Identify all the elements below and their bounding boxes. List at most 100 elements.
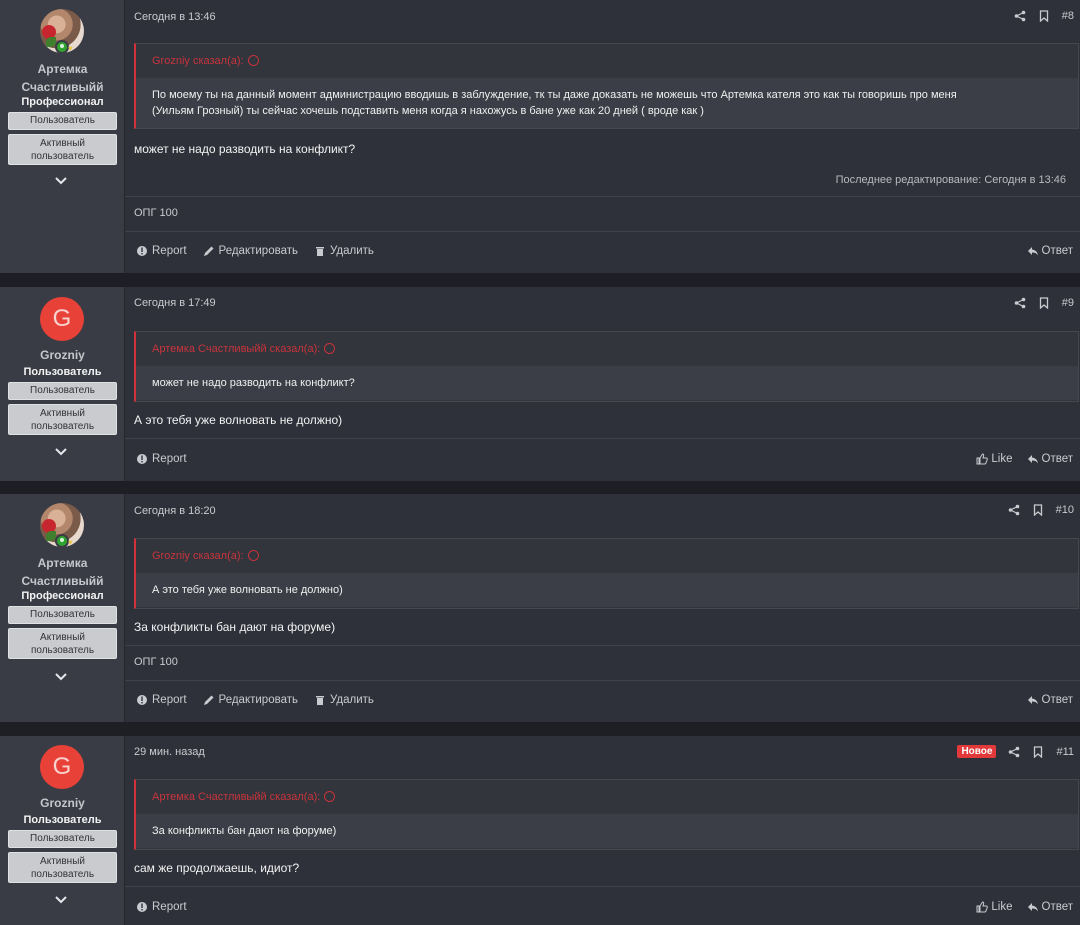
divider	[125, 645, 1080, 646]
post-message: сам же продолжаешь, идиот?	[134, 861, 300, 875]
reply-button[interactable]: Ответ	[1027, 453, 1073, 465]
thumbs-up-icon	[976, 453, 989, 465]
arrow-up-circle-icon[interactable]	[247, 55, 259, 66]
post-number[interactable]: #11	[1056, 746, 1074, 758]
pencil-icon	[203, 246, 214, 256]
post-tools: #9	[1014, 297, 1074, 309]
like-button[interactable]: Like	[976, 901, 1013, 913]
chevron-down-icon[interactable]	[54, 445, 68, 459]
post-date[interactable]: Сегодня в 13:46	[134, 11, 216, 23]
reply-icon	[1027, 247, 1038, 256]
online-status-icon	[55, 534, 69, 548]
user-title: Пользователь	[23, 366, 102, 378]
reply-button[interactable]: Ответ	[1027, 694, 1073, 706]
divider	[125, 196, 1080, 197]
bookmark-icon[interactable]	[1038, 297, 1050, 309]
post-body: Сегодня в 13:46 #8 Grozniy сказал(а): По…	[125, 0, 1080, 273]
trash-icon	[315, 247, 324, 256]
share-icon[interactable]	[1014, 10, 1026, 22]
username[interactable]: Артемка Счастливыйй	[0, 554, 125, 590]
post-8: ♥ Артемка Счастливыйй Профессионал Пользо…	[0, 0, 1080, 273]
report-button[interactable]: Report	[136, 453, 187, 465]
bookmark-icon[interactable]	[1032, 745, 1044, 758]
reply-icon	[1027, 455, 1038, 464]
post-tools: #10	[1008, 504, 1074, 516]
quote-block: Артемка Счастливыйй сказал(а): может не …	[134, 331, 1079, 402]
quote-author[interactable]: Артемка Счастливыйй сказал(а):	[136, 780, 1078, 814]
user-badge-active: Активный пользователь	[8, 134, 117, 165]
report-button[interactable]: Report	[136, 694, 187, 706]
arrow-up-circle-icon[interactable]	[324, 343, 336, 354]
edit-button[interactable]: Редактировать	[203, 694, 298, 706]
reply-button[interactable]: Ответ	[1027, 245, 1073, 257]
post-date[interactable]: 29 мин. назад	[134, 746, 205, 758]
quote-author[interactable]: Артемка Счастливыйй сказал(а):	[136, 332, 1078, 366]
arrow-up-circle-icon[interactable]	[247, 550, 259, 561]
post-actions-right: Like Ответ	[976, 901, 1073, 913]
avatar[interactable]: G	[40, 745, 84, 789]
post-actions: Report	[136, 901, 187, 913]
reply-icon	[1027, 696, 1038, 705]
post-actions: Report Редактировать Удалить	[136, 694, 374, 706]
avatar[interactable]: G	[40, 297, 84, 341]
user-badge: Пользователь	[8, 830, 117, 848]
divider	[125, 231, 1080, 232]
quote-text: По моему ты на данный момент администрац…	[136, 78, 1078, 128]
post-actions: Report	[136, 453, 187, 465]
user-panel: ♥ Артемка Счастливыйй Профессионал Пользо…	[0, 0, 125, 273]
like-button[interactable]: Like	[976, 453, 1013, 465]
post-actions-right: Ответ	[1027, 694, 1073, 706]
quote-text: За конфликты бан дают на форуме)	[136, 814, 1078, 848]
post-10: ♥ Артемка Счастливыйй Профессионал Пользо…	[0, 494, 1080, 722]
post-date[interactable]: Сегодня в 17:49	[134, 297, 216, 309]
alert-icon	[137, 454, 147, 464]
delete-button[interactable]: Удалить	[314, 245, 374, 257]
bookmark-icon[interactable]	[1032, 504, 1044, 516]
thumbs-up-icon	[976, 901, 989, 913]
user-panel: G Grozniy Пользователь Пользователь Акти…	[0, 287, 125, 481]
quote-author[interactable]: Grozniy сказал(а):	[136, 539, 1078, 573]
post-body: 29 мин. назад Новое #11 Артемка Счастлив…	[125, 736, 1080, 925]
pencil-icon	[203, 695, 214, 705]
user-badge-active: Активный пользователь	[8, 852, 117, 883]
reply-button[interactable]: Ответ	[1027, 901, 1073, 913]
user-badge-active: Активный пользователь	[8, 404, 117, 435]
username[interactable]: Grozniy	[0, 346, 125, 364]
chevron-down-icon[interactable]	[54, 670, 68, 684]
username[interactable]: Артемка Счастливыйй	[0, 60, 125, 96]
username[interactable]: Grozniy	[0, 794, 125, 812]
reply-icon	[1027, 903, 1038, 912]
quote-author[interactable]: Grozniy сказал(а):	[136, 44, 1078, 78]
arrow-up-circle-icon[interactable]	[324, 791, 336, 802]
report-button[interactable]: Report	[136, 901, 187, 913]
chevron-down-icon[interactable]	[54, 893, 68, 907]
alert-icon	[137, 695, 147, 705]
post-body: Сегодня в 17:49 #9 Артемка Счастливыйй с…	[125, 287, 1080, 481]
user-title: Пользователь	[23, 814, 102, 826]
share-icon[interactable]	[1008, 746, 1020, 758]
edit-button[interactable]: Редактировать	[203, 245, 298, 257]
signature: ОПГ 100	[134, 207, 178, 219]
post-number[interactable]: #10	[1056, 504, 1074, 516]
user-badge: Пользователь	[8, 382, 117, 400]
user-badge-active: Активный пользователь	[8, 628, 117, 659]
share-icon[interactable]	[1014, 297, 1026, 309]
bookmark-icon[interactable]	[1038, 10, 1050, 22]
post-number[interactable]: #9	[1062, 297, 1074, 309]
share-icon[interactable]	[1008, 504, 1020, 516]
quote-block: Grozniy сказал(а): По моему ты на данный…	[134, 43, 1079, 129]
delete-button[interactable]: Удалить	[314, 694, 374, 706]
alert-icon	[137, 246, 147, 256]
user-panel: G Grozniy Пользователь Пользователь Акти…	[0, 736, 125, 925]
quote-block: Grozniy сказал(а): А это тебя уже волнов…	[134, 538, 1079, 609]
post-number[interactable]: #8	[1062, 10, 1074, 22]
post-date[interactable]: Сегодня в 18:20	[134, 505, 216, 517]
post-body: Сегодня в 18:20 #10 Grozniy сказал(а): А…	[125, 494, 1080, 722]
report-button[interactable]: Report	[136, 245, 187, 257]
quote-text: А это тебя уже волновать не должно)	[136, 573, 1078, 607]
post-message: За конфликты бан дают на форуме)	[134, 620, 336, 634]
alert-icon	[137, 902, 147, 912]
chevron-down-icon[interactable]	[54, 174, 68, 188]
signature: ОПГ 100	[134, 656, 178, 668]
heart-icon: ♥	[68, 538, 73, 547]
